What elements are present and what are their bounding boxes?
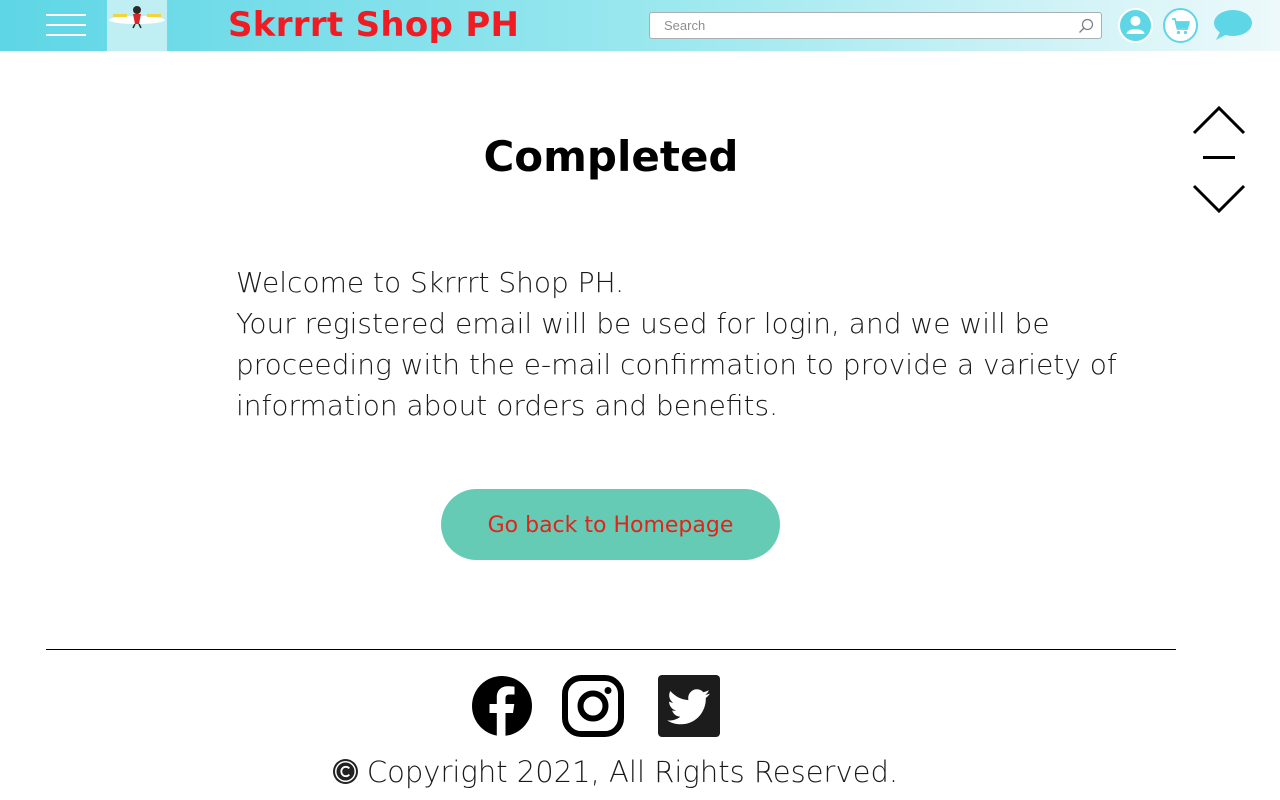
brand-logo[interactable]: [107, 0, 167, 51]
hamburger-menu-icon[interactable]: [46, 12, 86, 38]
search-icon[interactable]: [1077, 17, 1095, 35]
brand-title[interactable]: Skrrrt Shop PH: [228, 5, 519, 45]
message-line: Your registered email will be used for l…: [236, 307, 1050, 340]
search-input[interactable]: [650, 13, 1084, 38]
user-account-button[interactable]: [1118, 8, 1153, 43]
message-line: proceeding with the e-mail confirmation …: [236, 348, 1117, 381]
copyright-notice: Copyright 2021, All Rights Reserved.: [0, 755, 1230, 789]
copyright-text: Copyright 2021, All Rights Reserved.: [366, 755, 899, 789]
twitter-link[interactable]: [658, 675, 720, 737]
message-line: information about orders and benefits.: [236, 389, 778, 422]
instagram-icon: [562, 675, 624, 737]
go-back-homepage-button[interactable]: Go back to Homepage: [441, 489, 780, 560]
facebook-link[interactable]: [471, 675, 533, 737]
page-title: Completed: [483, 132, 739, 181]
chat-button[interactable]: [1212, 8, 1254, 42]
copyright-icon: [332, 759, 358, 784]
message-line: Welcome to Skrrrt Shop PH.: [236, 266, 625, 299]
chat-bubble-icon: [1214, 10, 1252, 40]
facebook-icon: [472, 676, 532, 736]
instagram-link[interactable]: [562, 675, 624, 737]
user-icon: [1126, 16, 1145, 34]
top-nav-bar: Skrrrt Shop PH: [0, 0, 1280, 51]
cart-icon: [1172, 18, 1190, 35]
chevron-down-icon[interactable]: [1190, 175, 1250, 215]
search-bar[interactable]: [649, 12, 1102, 39]
cart-button[interactable]: [1163, 8, 1198, 43]
confirmation-message: Welcome to Skrrrt Shop PH. Your register…: [236, 262, 1117, 426]
twitter-icon: [658, 675, 720, 737]
footer-divider: [46, 649, 1176, 650]
